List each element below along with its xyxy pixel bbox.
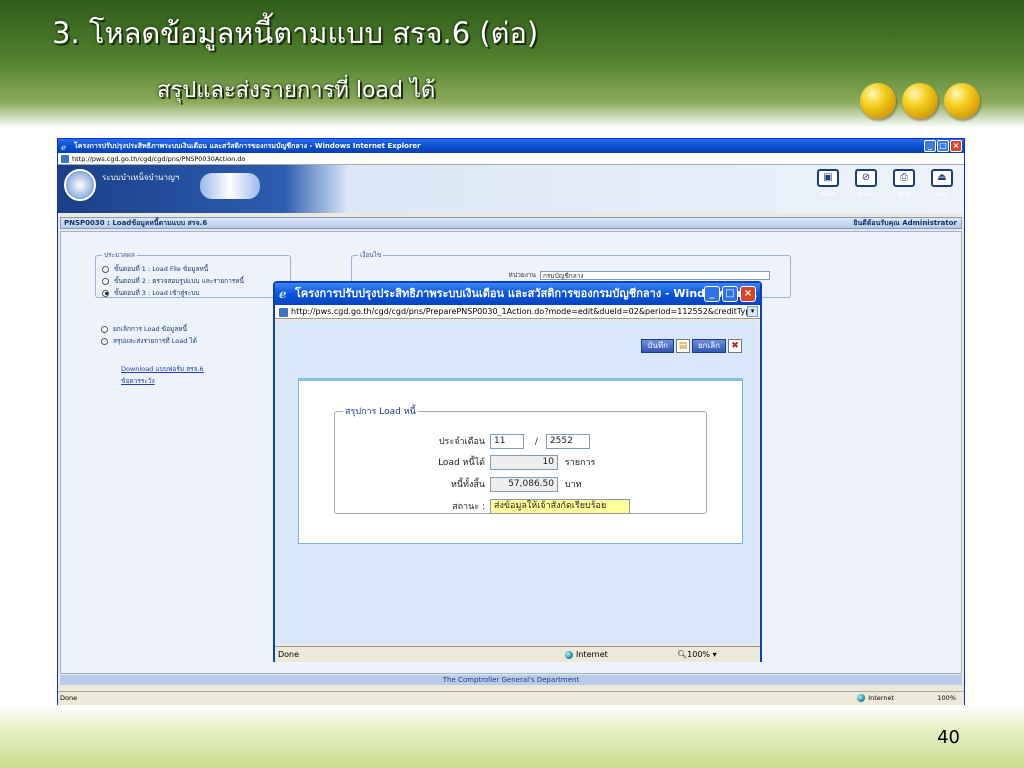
system-name: ระบบบำเหน็จบำนาญฯ [102,173,180,182]
screen-title: PNSP0030 : Loadข้อมูลหนี้ตามแบบ สรจ.6 [64,219,208,227]
security-zone: Internet [857,692,894,704]
loaded-count-field: 10 [490,455,558,470]
app-banner: ระบบบำเหน็จบำนาญฯ ▣ บันทึก ⊘ ยกเลิก ⎙ พิ… [58,165,964,213]
agency-label: หน่วยงาน [508,271,536,279]
popup-security-zone: Internet [565,647,608,663]
ie-icon: ℯ [61,143,67,152]
loaded-unit: รายการ [564,458,596,468]
page-footer: The Comptroller General's Department [60,675,962,685]
popup-title: โครงการปรับปรุงประสิทธิภาพระบบเงินเดือน … [295,287,758,300]
summary-panel: สรุปการ Load หนี้ ประจำเดือน 11 / 2552 Loa… [298,378,743,544]
banner-illustration [200,173,260,199]
main-window-title: โครงการปรับปรุงประสิทธิภาพระบบเงินเดือน … [74,142,421,150]
load-summary-group: สรุปการ Load หนี้ ประจำเดือน 11 / 2552 Loa… [334,404,707,514]
cancel-icon: ⊘ [855,169,877,187]
save-toolbar-button[interactable]: ▣ บันทึก [814,169,842,199]
popup-window: ℯ โครงการปรับปรุงประสิทธิภาพระบบเงินเดือ… [273,281,762,662]
minimize-button[interactable]: _ [924,140,936,152]
total-amount-field: 57,086.50 [490,477,558,492]
popup-body: บันทึก ▤ ยกเลิก ✖ สรุปการ Load หนี้ ประจ… [277,321,758,644]
globe-icon [565,650,573,659]
maximize-button[interactable]: □ [937,140,949,152]
radio-icon[interactable] [101,337,108,345]
year-field[interactable]: 2552 [545,434,590,449]
yellow-ball-icon [902,83,938,119]
steps-group: ประมวลผล ขั้นตอนที่ 1 : Load File ข้อมูล… [95,250,291,298]
cancel-load-option[interactable]: ยกเลิกการ Load ข้อมูลหนี้ [101,324,197,334]
slide-title: 3. โหลดข้อมูลหนี้ตามแบบ สรจ.6 (ต่อ) [52,16,539,50]
steps-legend: ประมวลผล [104,251,135,259]
save-icon: ▣ [817,169,839,187]
globe-icon [857,694,866,702]
save-icon[interactable]: ▤ [675,339,690,353]
exit-icon: ⏏ [931,169,953,187]
popup-action-bar: บันทึก ▤ ยกเลิก ✖ [641,339,742,353]
print-toolbar-button[interactable]: ⎙ พิมพ์ [890,169,918,199]
slide-footer [0,705,1024,768]
radio-icon[interactable] [102,265,109,273]
exit-toolbar-button[interactable]: ⏏ ออก [928,169,956,199]
cancel-toolbar-button[interactable]: ⊘ ยกเลิก [852,169,880,199]
total-unit: บาท [564,480,582,490]
popup-zoom-level[interactable]: 🔍︎100% ▾ [677,647,717,663]
loaded-label: Load หนี้ได้ [438,458,485,468]
popup-maximize-button[interactable]: □ [722,286,738,302]
status-text: Done [60,694,78,702]
popup-close-button[interactable]: × [740,286,756,302]
total-label: หนี้ทั้งสิ้น [450,480,485,490]
page-icon [279,308,288,317]
zoom-icon: 🔍︎ [677,650,688,659]
chevron-down-icon[interactable]: ▾ [747,306,758,317]
step-2-option[interactable]: ขั้นตอนที่ 2 : ตรวจสอบรูปแบบ และรายการหน… [102,276,284,286]
yellow-ball-icon [944,83,980,119]
popup-save-button[interactable]: บันทึก [641,339,674,353]
agency-field[interactable]: กรมบัญชีกลาง [540,270,770,280]
popup-minimize-button[interactable]: _ [704,286,720,302]
main-status-bar: Done Internet 100% [58,691,964,703]
popup-address-bar[interactable]: http://pws.cgd.go.th/cgd/cgd/pns/Prepare… [275,305,760,319]
radio-icon[interactable] [102,277,109,285]
yellow-ball-icon [860,83,896,119]
summary-legend: สรุปการ Load หนี้ [345,407,416,417]
popup-status-text: Done [278,650,300,659]
print-icon: ⎙ [893,169,915,187]
date-separator: / [534,437,538,447]
radio-selected-icon[interactable] [102,289,109,297]
summary-option[interactable]: สรุปและส่งรายการที่ Load ได้ [101,336,197,346]
cancel-x-icon[interactable]: ✖ [728,339,742,353]
caution-link[interactable]: ข้อควรระวัง [121,376,204,386]
step-1-option[interactable]: ขั้นตอนที่ 1 : Load File ข้อมูลหนี้ [102,264,284,274]
address-text: http://pws.cgd.go.th/cgd/cgd/pns/PNSP003… [72,155,246,163]
slide-subtitle: สรุปและส่งรายการที่ load ได้ [157,78,436,103]
page-icon [61,155,69,163]
department-logo [64,169,96,201]
download-form-link[interactable]: Download แบบฟอร์ม สรจ.6 [121,364,204,374]
status-field: ส่งข้อมูลให้เจ้าสังกัดเรียบร้อย [490,499,630,514]
status-label: สถานะ : [452,502,485,512]
popup-cancel-button[interactable]: ยกเลิก [691,339,726,353]
address-bar[interactable]: http://pws.cgd.go.th/cgd/cgd/pns/PNSP003… [58,153,964,165]
radio-icon[interactable] [101,325,108,333]
conditions-legend: เงื่อนไข [360,251,382,259]
step-3-option[interactable]: ขั้นตอนที่ 3 : Load เข้าสู่ระบบ [102,288,284,298]
ie-icon: ℯ [279,287,287,301]
welcome-text: ยินดีต้อนรับคุณ Administrator [853,219,957,227]
zoom-level[interactable]: 100% [937,692,956,704]
page-number: 40 [937,727,960,748]
main-window-titlebar[interactable]: ℯ โครงการปรับปรุงประสิทธิภาพระบบเงินเดือ… [58,139,964,153]
slide-header: 3. โหลดข้อมูลหนี้ตามแบบ สรจ.6 (ต่อ) สรุป… [0,0,1024,128]
close-button[interactable]: × [950,140,962,152]
month-field[interactable]: 11 [490,434,524,449]
popup-address-text: http://pws.cgd.go.th/cgd/cgd/pns/Prepare… [291,307,751,316]
month-label: ประจำเดือน [438,437,485,447]
screen-title-bar: PNSP0030 : Loadข้อมูลหนี้ตามแบบ สรจ.6 ยิ… [60,217,962,229]
decorative-balls [860,83,980,119]
popup-titlebar[interactable]: ℯ โครงการปรับปรุงประสิทธิภาพระบบเงินเดือ… [275,283,760,305]
popup-status-bar: Done Internet 🔍︎100% ▾ [275,646,760,662]
